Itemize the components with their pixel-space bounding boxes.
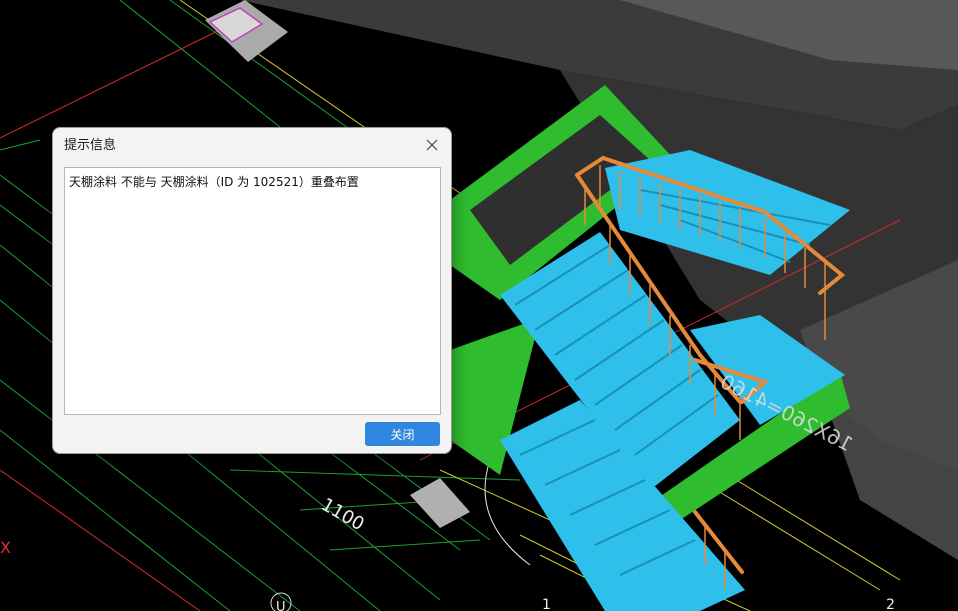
dialog-title: 提示信息 bbox=[64, 138, 117, 153]
message-text-area[interactable]: 天棚涂料 不能与 天棚涂料（ID 为 102521）重叠布置 bbox=[64, 167, 441, 415]
axis-label-u: U bbox=[276, 600, 286, 611]
column-marker-bottom bbox=[410, 478, 470, 528]
close-button[interactable]: 关闭 bbox=[365, 422, 440, 446]
dimension-label-1100: 1100 bbox=[318, 494, 368, 535]
info-dialog: 提示信息 天棚涂料 不能与 天棚涂料（ID 为 102521）重叠布置 关闭 bbox=[52, 127, 452, 454]
message-text: 天棚涂料 不能与 天棚涂料（ID 为 102521）重叠布置 bbox=[69, 175, 359, 189]
edge-label-x: X bbox=[0, 538, 11, 557]
axis-label-1: 1 bbox=[542, 597, 551, 611]
axis-label-2: 2 bbox=[886, 597, 895, 611]
close-icon[interactable] bbox=[421, 134, 443, 156]
